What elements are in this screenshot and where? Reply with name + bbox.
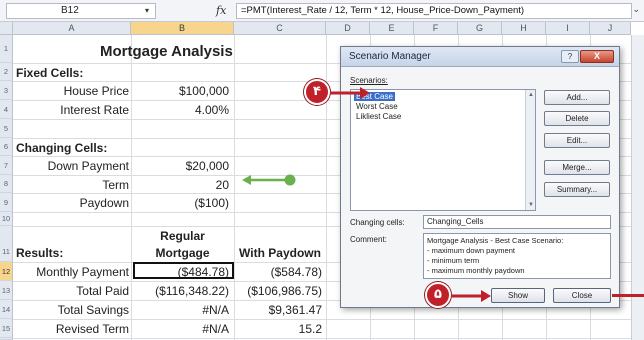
comment-line: Mortgage Analysis - Best Case Scenario: [427, 236, 564, 245]
add-button[interactable]: Add... [544, 90, 610, 105]
row-header-6[interactable]: 6 [0, 138, 13, 156]
edit-button[interactable]: Edit... [544, 133, 610, 148]
expand-formula-bar-icon[interactable]: ⌄ [632, 4, 640, 15]
column-header-g[interactable]: G [458, 22, 502, 35]
active-cell-cursor [133, 262, 234, 279]
total-savings-label[interactable]: Total Savings [13, 303, 129, 317]
with-paydown-header[interactable]: With Paydown [234, 246, 326, 260]
regular-header-line2[interactable]: Mortgage [131, 246, 234, 260]
formula-input[interactable]: =PMT(Interest_Rate / 12, Term * 12, Hous… [236, 3, 632, 19]
changing-cells-field-label: Changing cells: [350, 218, 405, 227]
name-box[interactable]: B12 ▾ [6, 3, 156, 19]
grid-line [13, 338, 644, 339]
chevron-down-icon[interactable]: ▾ [145, 4, 149, 18]
paydown-label[interactable]: Paydown [13, 196, 129, 210]
merge-button[interactable]: Merge... [544, 160, 610, 175]
red-arrow-icon [330, 87, 370, 99]
comment-box[interactable]: Mortgage Analysis - Best Case Scenario: … [423, 233, 611, 279]
results-label[interactable]: Results: [16, 246, 63, 260]
sheet-title[interactable]: Mortgage Analysis [100, 43, 310, 60]
scroll-down-icon[interactable]: ▼ [527, 201, 535, 209]
row-header-12[interactable]: 12 [0, 262, 13, 281]
scenario-manager-dialog: Scenario Manager ? X Scenarios: Best Cas… [340, 46, 620, 308]
comment-line: - maximum monthly paydown [427, 266, 525, 275]
column-header-a[interactable]: A [13, 22, 131, 35]
name-box-value: B12 [61, 5, 79, 16]
revised-term-regular[interactable]: #N/A [131, 322, 229, 336]
row-header-10[interactable]: 10 [0, 212, 13, 226]
down-payment-label[interactable]: Down Payment [13, 159, 129, 173]
house-price-value[interactable]: $100,000 [131, 84, 229, 98]
step-4-callout: ۴ [304, 79, 330, 105]
house-price-label[interactable]: House Price [13, 84, 129, 98]
comment-line: - maximum down payment [427, 246, 515, 255]
select-all-corner[interactable] [0, 22, 13, 35]
row-header-4[interactable]: 4 [0, 100, 13, 119]
term-value[interactable]: 20 [131, 178, 229, 192]
list-item-likliest-case[interactable]: Likliest Case [354, 112, 403, 121]
column-header-c[interactable]: C [234, 22, 326, 35]
show-button[interactable]: Show [491, 288, 545, 303]
interest-rate-value[interactable]: 4.00% [131, 103, 229, 117]
column-header-j[interactable]: J [590, 22, 631, 35]
insert-function-icon[interactable]: fx [216, 4, 226, 17]
interest-rate-label[interactable]: Interest Rate [13, 103, 129, 117]
term-label[interactable]: Term [13, 178, 129, 192]
changing-cells-field[interactable]: Changing_Cells [423, 215, 611, 229]
comment-label: Comment: [350, 235, 387, 244]
formula-bar: B12 ▾ fx =PMT(Interest_Rate / 12, Term *… [0, 0, 644, 22]
monthly-payment-label[interactable]: Monthly Payment [13, 265, 129, 279]
dialog-title: Scenario Manager [349, 51, 431, 62]
row-header-3[interactable]: 3 [0, 81, 13, 100]
revised-term-label[interactable]: Revised Term [13, 322, 129, 336]
column-header-b[interactable]: B [131, 22, 234, 35]
total-paid-paydown[interactable]: ($106,986.75) [234, 284, 322, 298]
down-payment-value[interactable]: $20,000 [131, 159, 229, 173]
step-5-callout: ۵ [425, 282, 451, 308]
monthly-payment-paydown[interactable]: ($584.78) [234, 265, 322, 279]
list-item-worst-case[interactable]: Worst Case [354, 102, 400, 111]
paydown-value[interactable]: ($100) [131, 196, 229, 210]
row-header-11[interactable]: 11 [0, 226, 13, 262]
column-header-d[interactable]: D [326, 22, 370, 35]
row-header-1[interactable]: 1 [0, 35, 13, 63]
changing-cells-label[interactable]: Changing Cells: [16, 141, 107, 155]
row-header-14[interactable]: 14 [0, 300, 13, 319]
row-header-9[interactable]: 9 [0, 193, 13, 212]
row-header-5[interactable]: 5 [0, 119, 13, 138]
help-button[interactable]: ? [561, 50, 579, 63]
total-paid-label[interactable]: Total Paid [13, 284, 129, 298]
total-savings-paydown[interactable]: $9,361.47 [234, 303, 322, 317]
row-header-15[interactable]: 15 [0, 319, 13, 338]
scenarios-label: Scenarios: [350, 76, 388, 85]
column-header-h[interactable]: H [502, 22, 546, 35]
revised-term-paydown[interactable]: 15.2 [234, 322, 322, 336]
column-header-i[interactable]: I [546, 22, 590, 35]
green-arrow-icon [242, 174, 296, 186]
red-pointer-line [612, 294, 644, 297]
regular-header-line1[interactable]: Regular [131, 229, 234, 243]
close-button[interactable]: Close [553, 288, 611, 303]
row-header-7[interactable]: 7 [0, 156, 13, 175]
list-scrollbar[interactable]: ▲ ▼ [525, 90, 535, 210]
total-paid-regular[interactable]: ($116,348.22) [131, 284, 229, 298]
summary-button[interactable]: Summary... [544, 182, 610, 197]
grid-line [13, 319, 644, 320]
scenarios-list[interactable]: Best Case Worst Case Likliest Case ▲ ▼ [350, 89, 536, 211]
column-header-e[interactable]: E [370, 22, 414, 35]
dialog-title-bar[interactable]: Scenario Manager ? X [341, 47, 619, 67]
column-header-f[interactable]: F [414, 22, 458, 35]
fixed-cells-label[interactable]: Fixed Cells: [16, 66, 83, 80]
comment-line: - minimum term [427, 256, 480, 265]
row-header-2[interactable]: 2 [0, 63, 13, 81]
row-header-8[interactable]: 8 [0, 175, 13, 193]
total-savings-regular[interactable]: #N/A [131, 303, 229, 317]
red-arrow-icon [451, 290, 491, 302]
scroll-up-icon[interactable]: ▲ [527, 91, 535, 99]
delete-button[interactable]: Delete [544, 111, 610, 126]
row-header-13[interactable]: 13 [0, 281, 13, 300]
close-icon[interactable]: X [580, 50, 614, 63]
